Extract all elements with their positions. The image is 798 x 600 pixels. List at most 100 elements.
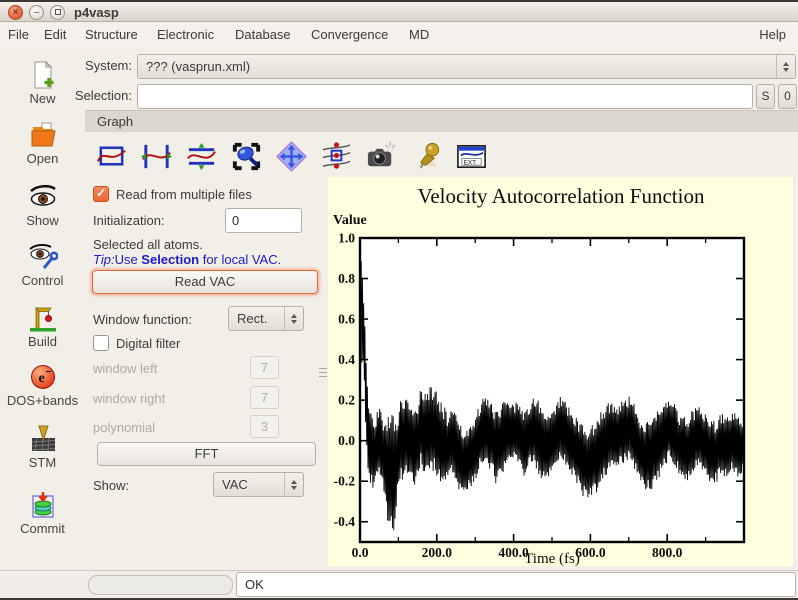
minimize-icon: – <box>34 7 40 18</box>
statusbar: OK <box>0 570 798 598</box>
vac-control-panel: Read from multiple files Initialization:… <box>85 180 325 510</box>
screenshot-icon[interactable] <box>363 138 399 174</box>
window-title: p4vasp <box>74 5 119 20</box>
system-combo[interactable]: ??? (vasprun.xml) <box>137 54 796 79</box>
zoom-icon[interactable] <box>228 138 264 174</box>
sidebar-label: Build <box>28 334 57 349</box>
pane-splitter[interactable] <box>319 364 327 380</box>
sidebar-item-dos-bands[interactable]: e− DOS+bands <box>0 362 85 408</box>
menu-file[interactable]: File <box>8 27 29 42</box>
fit-horizontal-icon[interactable] <box>138 138 174 174</box>
sidebar-item-control[interactable]: Control <box>0 242 85 288</box>
close-icon: × <box>13 7 19 18</box>
menu-convergence[interactable]: Convergence <box>311 27 388 42</box>
sidebar-item-show[interactable]: Show <box>0 182 85 228</box>
initialization-input[interactable] <box>225 208 302 233</box>
svg-text:0.4: 0.4 <box>338 352 355 367</box>
svg-text:0.8: 0.8 <box>338 271 355 286</box>
window-function-value: Rect. <box>229 311 284 326</box>
electron-icon: e− <box>28 362 58 392</box>
plot-area[interactable]: 1.00.80.60.40.20.0-0.2-0.40.0200.0400.06… <box>334 231 744 561</box>
chart-y-axis-label: Value <box>333 213 367 228</box>
external-viewer-icon[interactable]: EXT. <box>453 138 489 174</box>
pin-icon[interactable] <box>408 138 444 174</box>
spinner-icon[interactable] <box>284 307 303 330</box>
window-function-label: Window function: <box>93 312 192 327</box>
chart-title: Velocity Autocorrelation Function <box>418 184 705 208</box>
initialization-label: Initialization: <box>93 213 165 228</box>
maximize-button[interactable] <box>50 5 65 20</box>
chart-canvas[interactable]: Velocity Autocorrelation Function Value … <box>328 177 793 566</box>
tip-text: Tip:Use Selection for local VAC. <box>93 252 281 267</box>
open-folder-icon <box>28 120 58 150</box>
polynomial-label: polynomial <box>93 420 155 435</box>
sidebar-label: Show <box>26 213 59 228</box>
svg-text:−: − <box>45 367 51 378</box>
sidebar-label: Commit <box>20 521 65 536</box>
window-left-label: window left <box>93 361 157 376</box>
fit-vertical-icon[interactable] <box>183 138 219 174</box>
sidebar-label: DOS+bands <box>7 393 78 408</box>
minimize-button[interactable]: – <box>29 5 44 20</box>
select-data-icon[interactable] <box>318 138 354 174</box>
polynomial-input <box>250 415 279 438</box>
sidebar-label: STM <box>29 455 56 470</box>
window-left-input <box>250 356 279 379</box>
svg-text:200.0: 200.0 <box>422 545 453 560</box>
sidebar-item-build[interactable]: Build <box>0 303 85 349</box>
svg-text:400.0: 400.0 <box>498 545 529 560</box>
show-label: Show: <box>93 478 129 493</box>
spinner-icon[interactable] <box>776 55 795 78</box>
maximize-icon <box>55 9 61 15</box>
sidebar-label: Control <box>22 273 64 288</box>
show-combo-value: VAC <box>214 477 284 492</box>
stm-tip-icon <box>28 424 58 454</box>
show-combo[interactable]: VAC <box>213 472 304 497</box>
database-commit-icon <box>28 490 58 520</box>
menubar: File Edit Structure Electronic Database … <box>0 23 798 48</box>
fft-button[interactable]: FFT <box>97 442 316 466</box>
menu-structure[interactable]: Structure <box>85 27 138 42</box>
eye-icon <box>28 182 58 212</box>
vac-chart[interactable]: Velocity Autocorrelation Function Value … <box>328 177 793 566</box>
selection-0-button[interactable]: 0 <box>778 84 797 109</box>
sidebar-label: New <box>29 91 55 106</box>
external-badge: EXT. <box>463 159 477 166</box>
close-button[interactable]: × <box>8 5 23 20</box>
digital-filter-label: Digital filter <box>116 336 180 351</box>
menu-electronic[interactable]: Electronic <box>157 27 214 42</box>
digital-filter-checkbox[interactable] <box>93 335 109 351</box>
crane-icon <box>28 303 58 333</box>
sidebar-item-commit[interactable]: Commit <box>0 490 85 536</box>
chart-x-axis-label: Time (fs) <box>524 551 580 566</box>
eye-wrench-icon <box>28 242 58 272</box>
svg-text:-0.4: -0.4 <box>334 514 356 529</box>
read-vac-button[interactable]: Read VAC <box>92 270 318 294</box>
sidebar-item-stm[interactable]: STM <box>0 424 85 470</box>
svg-text:1.0: 1.0 <box>338 231 355 246</box>
menu-md[interactable]: MD <box>409 27 429 42</box>
svg-text:0.6: 0.6 <box>338 312 355 327</box>
sidebar-item-new[interactable]: New <box>0 60 85 106</box>
sidebar-label: Open <box>27 151 59 166</box>
read-multiple-checkbox[interactable] <box>93 186 109 202</box>
spinner-icon[interactable] <box>284 473 303 496</box>
zoom-to-fit-icon[interactable] <box>93 138 129 174</box>
window-function-combo[interactable]: Rect. <box>228 306 304 331</box>
menu-help[interactable]: Help <box>759 27 786 42</box>
tab-graph[interactable]: Graph <box>85 110 798 132</box>
pan-icon[interactable] <box>273 138 309 174</box>
read-multiple-label: Read from multiple files <box>116 187 252 202</box>
svg-text:0.2: 0.2 <box>338 393 355 408</box>
system-combo-value: ??? (vasprun.xml) <box>138 59 776 74</box>
graph-toolbar: EXT. <box>85 133 798 177</box>
menu-database[interactable]: Database <box>235 27 291 42</box>
svg-text:0.0: 0.0 <box>338 433 355 448</box>
sidebar-item-open[interactable]: Open <box>0 120 85 166</box>
progress-bar <box>88 575 233 595</box>
selection-s-button[interactable]: S <box>756 84 775 109</box>
selection-input[interactable] <box>137 84 753 109</box>
window-right-input <box>250 386 279 409</box>
svg-text:0.0: 0.0 <box>352 545 369 560</box>
menu-edit[interactable]: Edit <box>44 27 66 42</box>
